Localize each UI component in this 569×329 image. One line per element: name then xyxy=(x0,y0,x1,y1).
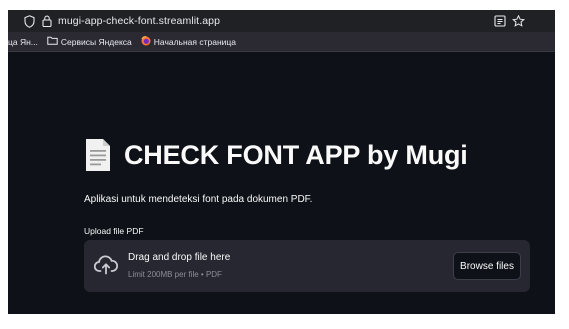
bookmark-star-icon[interactable] xyxy=(512,15,525,27)
app-description: Aplikasi untuk mendeteksi font pada doku… xyxy=(84,194,313,205)
url-text[interactable]: mugi-app-check-font.streamlit.app xyxy=(58,15,220,27)
firefox-icon xyxy=(141,35,151,48)
dropzone-instructions: Drag and drop file here xyxy=(128,252,231,263)
bookmarks-bar: ца Ян... Сервисы Яндекса Начальная стран… xyxy=(8,32,555,52)
bookmark-item-yandex-services[interactable]: Сервисы Яндекса xyxy=(47,36,132,47)
bookmark-label: ца Ян... xyxy=(8,36,38,47)
cloud-upload-icon xyxy=(93,254,119,276)
document-icon xyxy=(84,138,112,172)
streamlit-app: CHECK FONT APP by Mugi Aplikasi untuk me… xyxy=(8,52,555,314)
bookmark-item-start-page[interactable]: Начальная страница xyxy=(141,35,237,48)
dropzone-limit-text: Limit 200MB per file • PDF xyxy=(128,270,222,279)
browse-files-button[interactable]: Browse files xyxy=(453,252,521,280)
screenshot-frame: mugi-app-check-font.streamlit.app ца Ян.… xyxy=(0,0,569,329)
bookmark-item-yandex-truncated[interactable]: ца Ян... xyxy=(8,37,38,47)
urlbar-actions xyxy=(494,15,525,27)
reader-view-icon[interactable] xyxy=(494,15,506,27)
bookmark-label: Начальная страница xyxy=(153,36,237,47)
lock-icon[interactable] xyxy=(42,15,52,28)
file-dropzone[interactable]: Drag and drop file here Limit 200MB per … xyxy=(84,240,530,292)
bookmark-label: Сервисы Яндекса xyxy=(60,36,132,47)
url-bar[interactable]: mugi-app-check-font.streamlit.app xyxy=(8,10,555,32)
shield-icon[interactable] xyxy=(24,14,36,28)
page-title: CHECK FONT APP by Mugi xyxy=(124,139,468,170)
upload-label: Upload file PDF xyxy=(84,226,144,236)
folder-icon xyxy=(47,36,58,47)
page-header: CHECK FONT APP by Mugi xyxy=(84,138,468,172)
